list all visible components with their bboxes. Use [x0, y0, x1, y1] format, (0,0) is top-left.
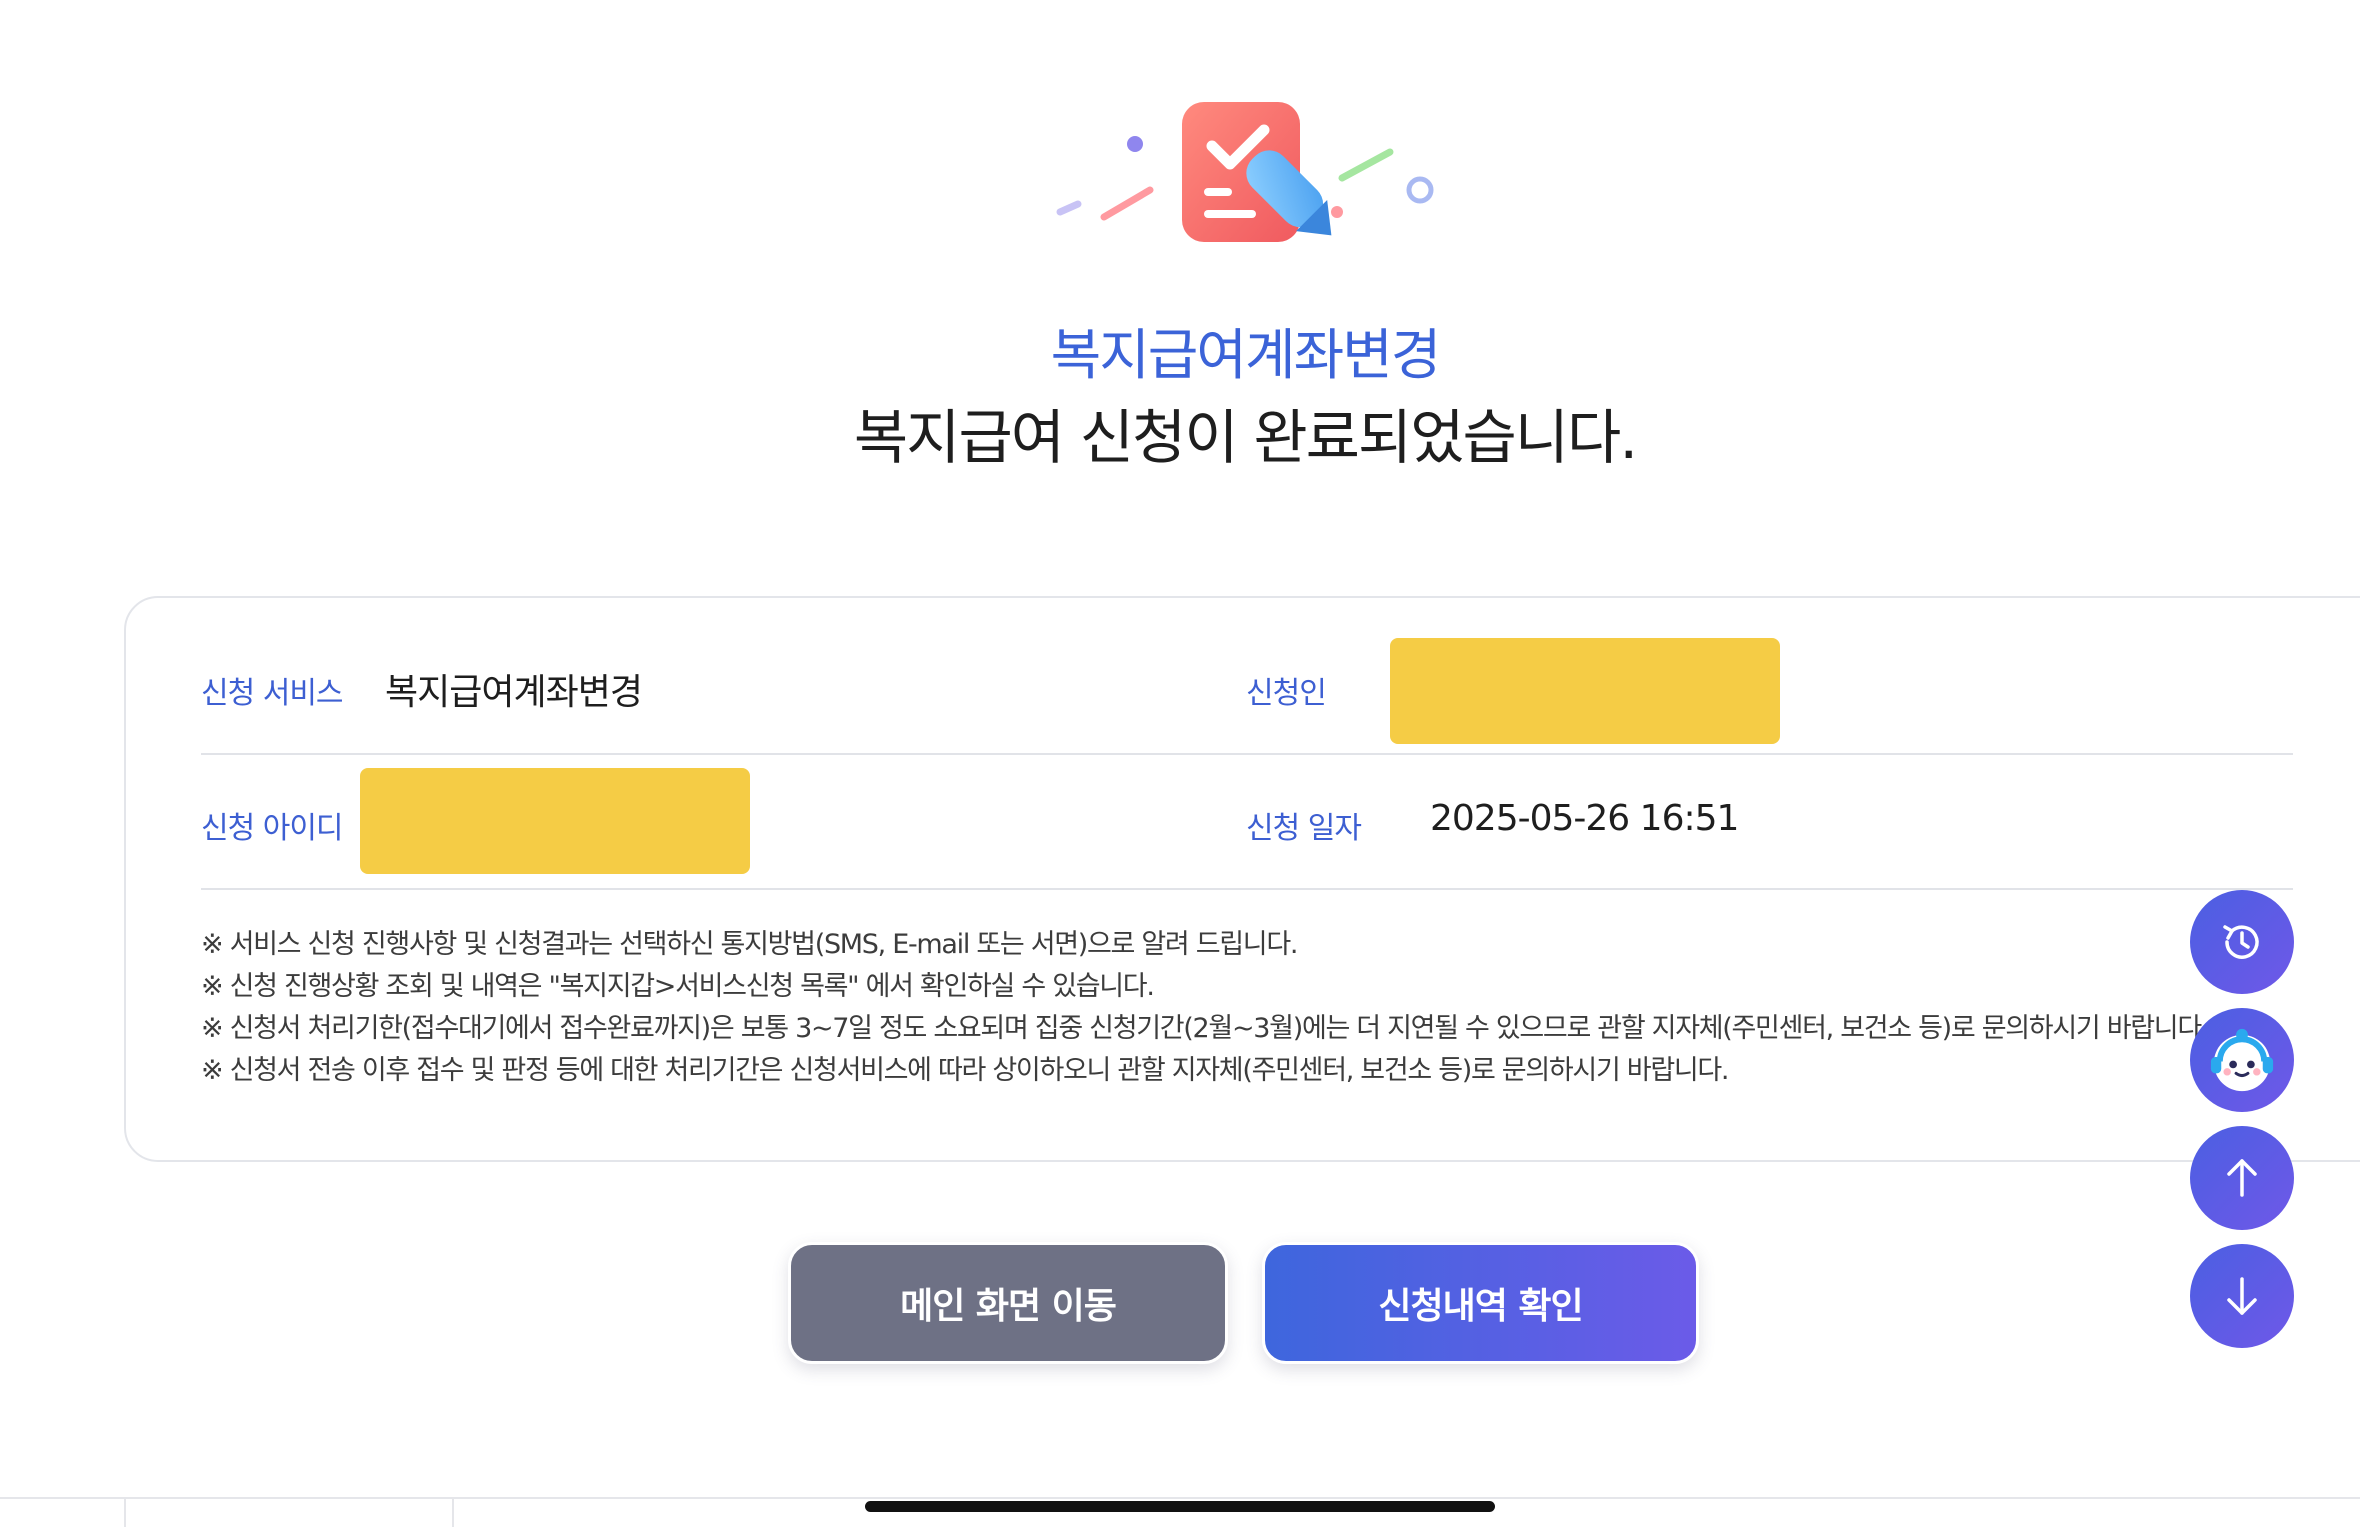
bottom-nav-border [0, 1497, 2360, 1499]
completion-message: 복지급여 신청이 완료되었습니다. [853, 403, 1638, 472]
main-screen-button[interactable]: 메인 화면 이동 [788, 1242, 1228, 1364]
service-label: 신청 서비스 [201, 676, 344, 711]
notice-item: ※ 신청서 처리기한(접수대기에서 접수완료까지)은 보통 3~7일 정도 소요… [201, 1013, 2209, 1044]
applicant-value-masked [1390, 638, 1780, 744]
checklist-pen-icon [1040, 90, 1440, 260]
scroll-bottom-button[interactable] [2190, 1244, 2294, 1348]
recent-history-button[interactable] [2190, 890, 2294, 994]
id-value-masked [360, 768, 750, 874]
date-label: 신청 일자 [1246, 811, 1362, 846]
notice-item: ※ 신청 진행상황 조회 및 내역은 "복지지갑>서비스신청 목록" 에서 확인… [201, 971, 1155, 1002]
row-divider [201, 753, 2293, 755]
row-divider [201, 888, 2293, 890]
application-info-card: 신청 서비스 복지급여계좌변경 신청인 신청 아이디 신청 일자 2025-05… [124, 596, 2360, 1162]
recent-history-icon [2223, 925, 2259, 959]
applicant-label: 신청인 [1246, 676, 1327, 711]
chatbot-icon [2210, 1028, 2274, 1092]
service-title: 복지급여계좌변경 [1050, 323, 1442, 387]
notice-item: ※ 신청서 전송 이후 접수 및 판정 등에 대한 처리기간은 신청서비스에 따… [201, 1055, 1730, 1086]
application-history-button[interactable]: 신청내역 확인 [1262, 1242, 1699, 1364]
notice-list: ※ 서비스 신청 진행사항 및 신청결과는 선택하신 통지방법(SMS, E-m… [201, 924, 2321, 1092]
notice-item: ※ 서비스 신청 진행사항 및 신청결과는 선택하신 통지방법(SMS, E-m… [201, 929, 1298, 960]
id-label: 신청 아이디 [201, 811, 344, 846]
bottom-tab-divider [124, 1499, 126, 1527]
service-value: 복지급여계좌변경 [385, 672, 643, 713]
bottom-tab-divider [452, 1499, 454, 1527]
arrow-up-icon [2227, 1159, 2257, 1197]
chatbot-button[interactable] [2190, 1008, 2294, 1112]
arrow-down-icon [2227, 1277, 2257, 1315]
scroll-top-button[interactable] [2190, 1126, 2294, 1230]
home-indicator[interactable] [865, 1501, 1495, 1512]
date-value: 2025-05-26 16:51 [1430, 798, 1739, 839]
